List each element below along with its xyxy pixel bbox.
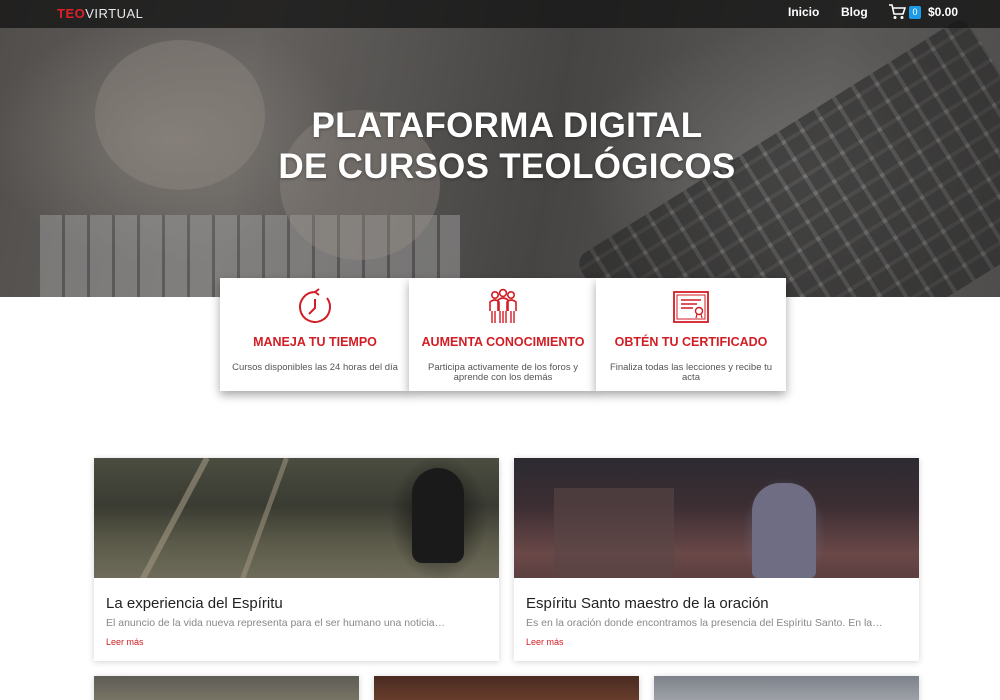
nav-link-blog[interactable]: Blog — [841, 5, 868, 19]
read-more-link[interactable]: Leer más — [526, 637, 564, 647]
feature-description: Cursos disponibles las 24 horas del día — [232, 362, 398, 373]
post-image[interactable] — [514, 458, 919, 578]
post-title[interactable]: Espíritu Santo maestro de la oración — [526, 595, 769, 612]
feature-card: OBTÉN TU CERTIFICADO Finaliza todas las … — [596, 278, 786, 391]
blog-post-card[interactable] — [94, 676, 359, 700]
certificate-icon — [673, 291, 709, 323]
cart-count-badge: 0 — [909, 6, 921, 19]
feature-description: Finaliza todas las lecciones y recibe tu… — [609, 362, 773, 383]
hero-title: PLATAFORMA DIGITAL DE CURSOS TEOLÓGICOS — [278, 106, 736, 186]
blog-post-card[interactable]: Espíritu Santo maestro de la oración Es … — [514, 458, 919, 661]
cart-total[interactable]: $0.00 — [928, 5, 958, 19]
hero-banner: PLATAFORMA DIGITAL DE CURSOS TEOLÓGICOS — [0, 0, 1000, 297]
group-icon — [489, 288, 517, 323]
feature-title: MANEJA TU TIEMPO — [253, 335, 377, 349]
post-excerpt: El anuncio de la vida nueva representa p… — [106, 617, 446, 629]
blog-post-card[interactable]: La experiencia del Espíritu El anuncio d… — [94, 458, 499, 661]
feature-title: AUMENTA CONOCIMIENTO — [421, 335, 585, 349]
nav-link-inicio[interactable]: Inicio — [788, 5, 819, 19]
post-excerpt: Es en la oración donde encontramos la pr… — [526, 617, 883, 629]
clock-icon — [299, 288, 331, 323]
site-logo[interactable]: TEOVIRTUAL — [57, 6, 143, 21]
read-more-link[interactable]: Leer más — [106, 637, 144, 647]
feature-title: OBTÉN TU CERTIFICADO — [614, 335, 768, 349]
post-title[interactable]: La experiencia del Espíritu — [106, 595, 283, 612]
post-image[interactable] — [94, 458, 499, 578]
feature-card: MANEJA TU TIEMPO Cursos disponibles las … — [220, 278, 410, 391]
top-navbar: TEOVIRTUAL Inicio Blog 0 $0.00 — [0, 0, 1000, 28]
blog-post-card[interactable] — [654, 676, 919, 700]
blog-post-card[interactable] — [374, 676, 639, 700]
features-row: MANEJA TU TIEMPO Cursos disponibles las … — [220, 278, 792, 391]
feature-card: AUMENTA CONOCIMIENTO Participa activamen… — [409, 278, 597, 391]
feature-description: Participa activamente de los foros y apr… — [428, 362, 578, 383]
cart-icon[interactable] — [888, 4, 906, 20]
